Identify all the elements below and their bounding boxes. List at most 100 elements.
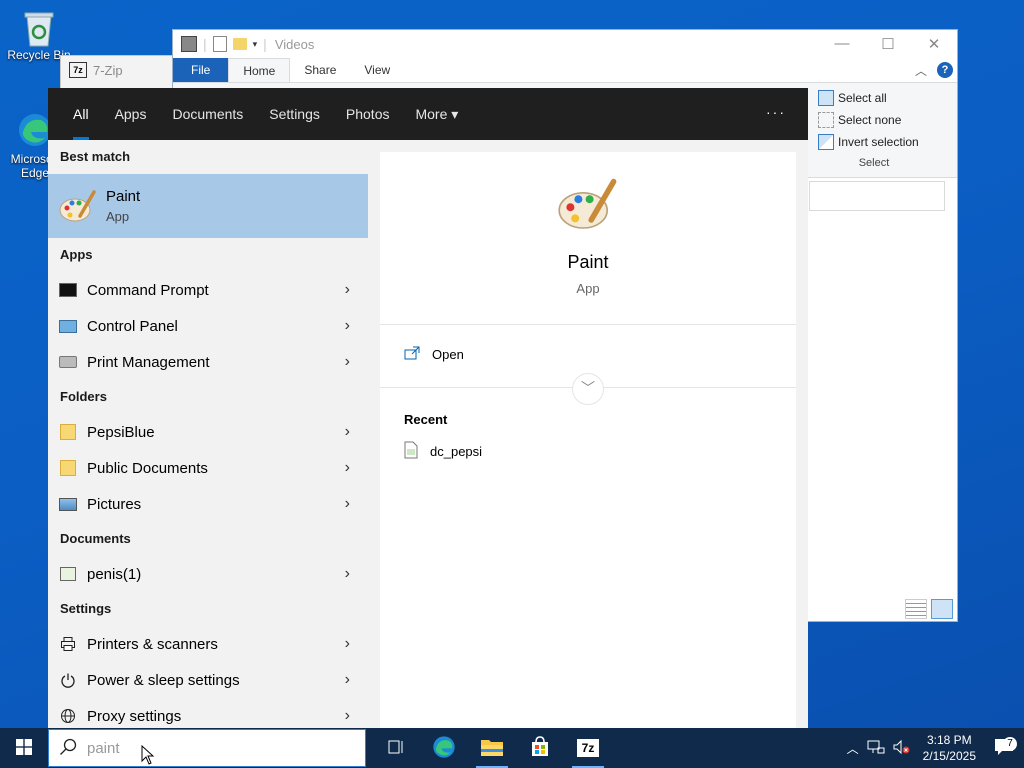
- details-view-icon[interactable]: [905, 599, 927, 619]
- minimize-icon[interactable]: —: [819, 35, 865, 53]
- taskbar-file-explorer[interactable]: [468, 728, 516, 768]
- system-tray: ︿ 3:18 PM 2/15/2025 7: [843, 728, 1024, 768]
- clock-date: 2/15/2025: [922, 749, 976, 763]
- 7zip-icon: 7z: [577, 739, 599, 757]
- result-command-prompt[interactable]: Command Prompt ›: [48, 272, 368, 308]
- paint-palette-icon: [556, 172, 620, 236]
- taskbar-apps: 7z: [372, 728, 612, 768]
- task-view-button[interactable]: [372, 728, 420, 768]
- large-icons-view-icon[interactable]: [931, 599, 953, 619]
- tab-documents[interactable]: Documents: [159, 88, 256, 140]
- result-power-sleep[interactable]: Power & sleep settings ›: [48, 662, 368, 698]
- tab-more[interactable]: More ▾: [402, 88, 471, 140]
- clock-time: 3:18 PM: [926, 733, 972, 747]
- clock[interactable]: 3:18 PM 2/15/2025: [923, 732, 976, 764]
- chevron-right-icon[interactable]: ›: [345, 707, 350, 725]
- chevron-right-icon[interactable]: ›: [345, 423, 350, 441]
- chevron-right-icon[interactable]: ›: [345, 459, 350, 477]
- new-folder-icon[interactable]: [232, 38, 247, 50]
- chevron-right-icon[interactable]: ›: [345, 281, 350, 299]
- ribbon-tabs: File Home Share View ︿ ?: [173, 57, 957, 83]
- tab-file[interactable]: File: [173, 58, 229, 82]
- result-control-panel[interactable]: Control Panel ›: [48, 308, 368, 344]
- action-center-button[interactable]: 7: [984, 736, 1024, 759]
- command-prompt-icon: [59, 281, 77, 299]
- taskbar-store[interactable]: [516, 728, 564, 768]
- zip-window[interactable]: 7z 7-Zip: [60, 55, 182, 91]
- help-icon[interactable]: ?: [937, 62, 953, 78]
- invert-selection-button[interactable]: Invert selection: [818, 131, 930, 153]
- taskbar-7zip[interactable]: 7z: [564, 728, 612, 768]
- tab-all[interactable]: All: [60, 88, 102, 140]
- maximize-icon[interactable]: ☐: [865, 35, 911, 53]
- start-button[interactable]: [0, 728, 48, 768]
- chevron-up-icon[interactable]: ︿: [847, 740, 859, 757]
- folder-icon: [59, 423, 77, 441]
- result-printers-scanners[interactable]: Printers & scanners ›: [48, 626, 368, 662]
- search-panel: All Apps Documents Settings Photos More …: [48, 88, 808, 728]
- volume-muted-icon[interactable]: [893, 739, 911, 757]
- chevron-right-icon[interactable]: ›: [345, 635, 350, 653]
- tab-home[interactable]: Home: [228, 57, 291, 83]
- result-pepsiblue[interactable]: PepsiBlue ›: [48, 414, 368, 450]
- search-input[interactable]: [85, 738, 309, 758]
- dropdown-icon[interactable]: ▾: [253, 39, 258, 50]
- windows-logo-icon: [16, 738, 32, 758]
- print-management-icon: [59, 353, 77, 371]
- result-penis-1[interactable]: penis(1) ›: [48, 556, 368, 592]
- explorer-titlebar: | ▾ | Videos — ☐ ✕: [173, 30, 957, 58]
- preview-pane: Paint App Open ﹀ Recent dc_pepsi: [380, 152, 796, 728]
- chevron-right-icon[interactable]: ›: [345, 671, 350, 689]
- result-pictures[interactable]: Pictures ›: [48, 486, 368, 522]
- expand-chevron-icon[interactable]: ﹀: [572, 373, 604, 405]
- chevron-right-icon[interactable]: ›: [345, 495, 350, 513]
- zip-window-title: 7-Zip: [93, 62, 123, 78]
- power-icon: [59, 671, 77, 689]
- search-box[interactable]: [809, 181, 945, 211]
- best-match-item[interactable]: Paint App: [48, 174, 368, 238]
- taskbar-edge[interactable]: [420, 728, 468, 768]
- chevron-right-icon[interactable]: ›: [345, 317, 350, 335]
- section-header-settings: Settings: [60, 601, 112, 616]
- image-file-icon: [59, 565, 77, 583]
- tab-apps[interactable]: Apps: [102, 88, 160, 140]
- properties-icon[interactable]: [212, 36, 227, 52]
- image-file-icon: [404, 441, 418, 462]
- select-none-icon: [818, 112, 834, 128]
- tab-settings[interactable]: Settings: [256, 88, 333, 140]
- select-all-icon: [818, 90, 834, 106]
- search-icon: [59, 738, 77, 759]
- tab-photos[interactable]: Photos: [333, 88, 403, 140]
- desktop-icon-recycle-bin[interactable]: Recycle Bin: [4, 8, 74, 62]
- collapse-ribbon-icon[interactable]: ︿: [915, 62, 927, 79]
- section-header-best-match: Best match: [60, 149, 131, 164]
- store-icon: [529, 735, 551, 761]
- close-icon[interactable]: ✕: [911, 35, 957, 53]
- open-icon: [404, 346, 420, 363]
- result-public-documents[interactable]: Public Documents ›: [48, 450, 368, 486]
- film-icon[interactable]: [181, 36, 197, 52]
- folder-icon: [59, 459, 77, 477]
- result-print-management[interactable]: Print Management ›: [48, 344, 368, 380]
- best-match-name: Paint: [106, 188, 141, 205]
- globe-icon: [59, 707, 77, 725]
- quick-access-toolbar: | ▾ |: [181, 36, 267, 52]
- taskbar-search-box[interactable]: [48, 729, 366, 767]
- pictures-folder-icon: [59, 495, 77, 513]
- edge-icon: [432, 735, 456, 762]
- recent-file-item[interactable]: dc_pepsi: [380, 427, 796, 476]
- chevron-right-icon[interactable]: ›: [345, 353, 350, 371]
- section-header-documents: Documents: [60, 531, 131, 546]
- task-view-icon: [387, 739, 405, 758]
- tab-view[interactable]: View: [350, 58, 404, 82]
- more-options-button[interactable]: ···: [766, 104, 786, 120]
- section-header-folders: Folders: [60, 389, 107, 404]
- search-tabs: All Apps Documents Settings Photos More …: [48, 88, 808, 140]
- select-none-button[interactable]: Select none: [818, 109, 930, 131]
- network-icon[interactable]: [867, 740, 885, 757]
- select-all-button[interactable]: Select all: [818, 87, 930, 109]
- chevron-right-icon[interactable]: ›: [345, 565, 350, 583]
- tab-share[interactable]: Share: [290, 58, 350, 82]
- printer-icon: [59, 635, 77, 653]
- 7zip-icon: 7z: [69, 62, 87, 78]
